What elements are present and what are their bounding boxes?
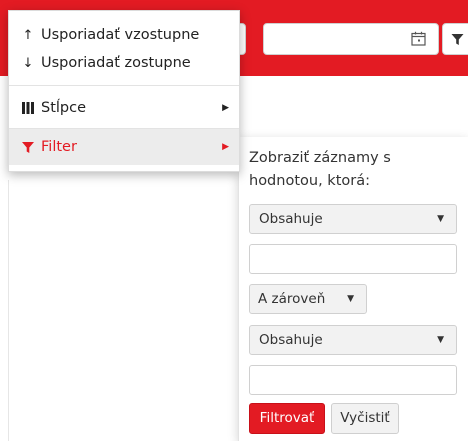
menu-item-filter[interactable]: Filter ▶ (9, 129, 239, 165)
filter-logic-select[interactable]: A zároveň ▼ (249, 284, 367, 314)
filter-button[interactable] (442, 23, 468, 55)
filter-value-2-input[interactable] (249, 365, 457, 395)
filter-panel: Zobraziť záznamy s hodnotou, ktorá: Obsa… (238, 137, 468, 441)
arrow-up-icon: ↑ (22, 28, 34, 43)
submenu-arrow-icon: ▶ (222, 142, 229, 152)
menu-item-label: Stĺpce (41, 100, 87, 116)
filter-icon (22, 141, 34, 153)
grid-divider (0, 180, 9, 441)
column-menu: ↑ Usporiadať vzostupne ↓ Usporiadať zostup… (8, 10, 240, 172)
caret-down-icon: ▼ (437, 214, 444, 224)
filter-description: Zobraziť záznamy s hodnotou, ktorá: (249, 150, 391, 189)
caret-down-icon: ▼ (347, 294, 354, 304)
filter-value-1-input[interactable] (249, 244, 457, 274)
calendar-icon[interactable] (411, 31, 426, 46)
filter-operator-2-select[interactable]: Obsahuje ▼ (249, 325, 457, 355)
select-value: A zároveň (258, 291, 326, 307)
submenu-arrow-icon: ▶ (222, 103, 229, 113)
menu-bottom-padding (9, 165, 239, 171)
clear-filter-button[interactable]: Vyčistiť (331, 403, 399, 434)
columns-icon (22, 102, 34, 114)
menu-item-sort-desc[interactable]: ↓ Usporiadať zostupne (9, 49, 239, 77)
date-filter-input[interactable] (263, 23, 439, 55)
menu-item-columns[interactable]: Stĺpce ▶ (9, 90, 239, 126)
menu-divider (9, 85, 239, 86)
arrow-down-icon: ↓ (22, 56, 34, 71)
select-value: Obsahuje (259, 332, 323, 348)
select-value: Obsahuje (259, 211, 323, 227)
menu-item-sort-asc[interactable]: ↑ Usporiadať vzostupne (9, 21, 239, 49)
filter-operator-1-select[interactable]: Obsahuje ▼ (249, 204, 457, 234)
filter-icon (451, 34, 464, 45)
apply-filter-button[interactable]: Filtrovať (249, 403, 325, 434)
menu-item-label: Usporiadať vzostupne (41, 27, 200, 43)
caret-down-icon: ▼ (437, 335, 444, 345)
menu-item-label: Usporiadať zostupne (41, 55, 191, 71)
menu-item-label: Filter (41, 139, 77, 155)
